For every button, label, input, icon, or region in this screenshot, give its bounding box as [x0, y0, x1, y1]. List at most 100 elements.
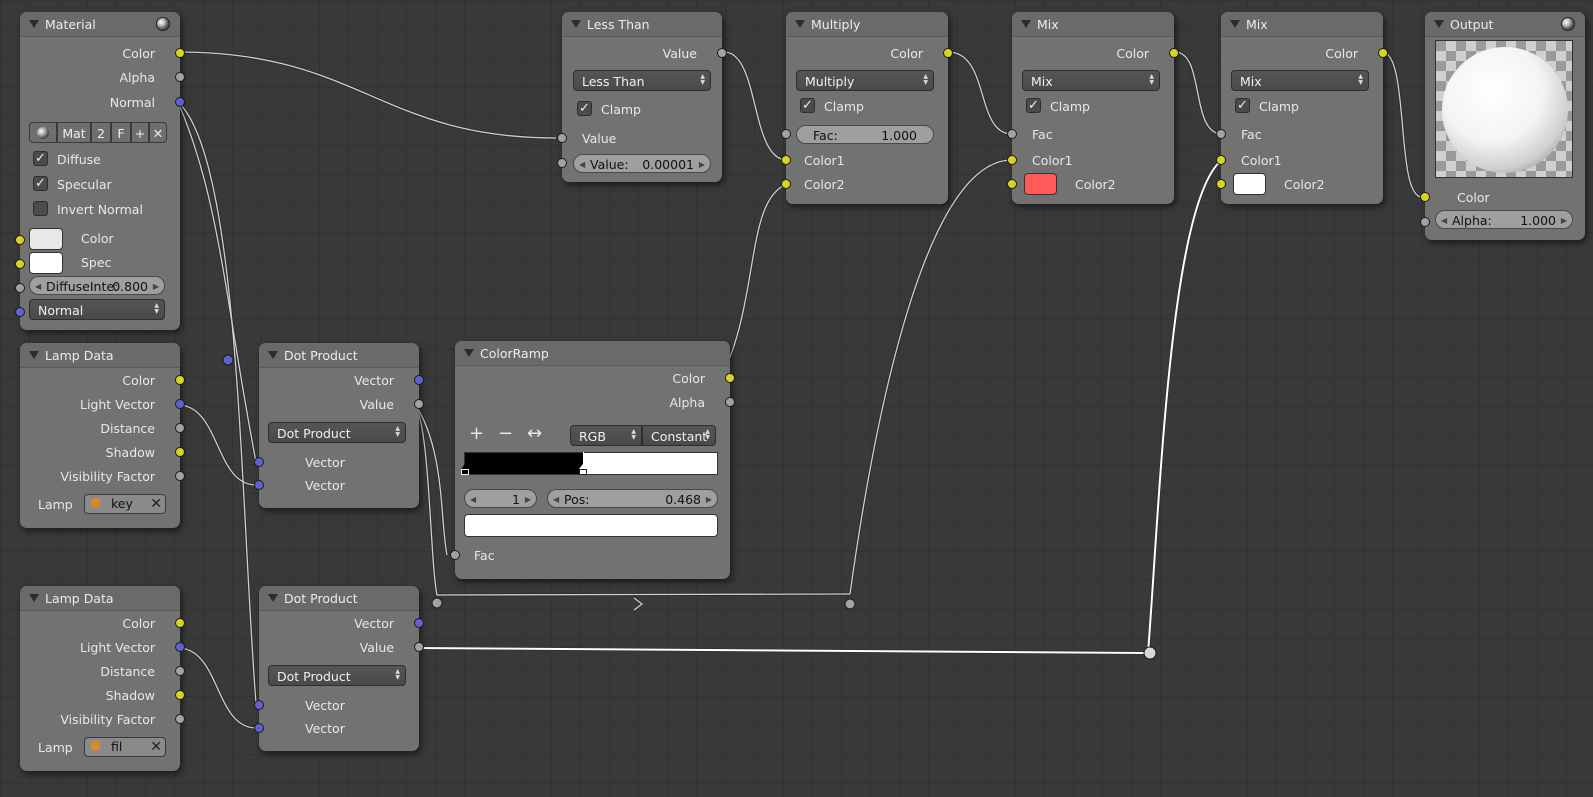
- mix-node-1[interactable]: Mix Color Mix ✓ Clamp Fac Color1 Color2: [1007, 12, 1179, 204]
- fake-user-button[interactable]: F: [111, 122, 131, 143]
- socket-input-color1[interactable]: [781, 155, 791, 165]
- socket-input-fac[interactable]: [781, 129, 791, 139]
- normal-dropdown[interactable]: Normal: [29, 299, 165, 320]
- socket-output-normal[interactable]: [175, 97, 185, 107]
- mix-node-header[interactable]: Mix: [1221, 12, 1383, 37]
- material-preview-icon[interactable]: [1561, 17, 1575, 31]
- socket-output-color[interactable]: [175, 375, 185, 385]
- socket-input-fac[interactable]: [450, 550, 460, 560]
- colorramp-node-header[interactable]: ColorRamp: [455, 341, 730, 366]
- socket-output-shadow[interactable]: [175, 690, 185, 700]
- increment-arrow-icon[interactable]: ▶: [525, 490, 531, 509]
- collapse-icon[interactable]: [29, 351, 39, 359]
- material-node[interactable]: Material Color Alpha Normal Mat 2 F + ✕ …: [15, 12, 185, 330]
- collapse-icon[interactable]: [29, 20, 39, 28]
- socket-input-value-1[interactable]: [557, 133, 567, 143]
- dot-product-node-2[interactable]: Dot Product Vector Value Dot Product Vec…: [254, 586, 424, 751]
- output-node-header[interactable]: Output: [1425, 12, 1585, 37]
- dot-product-operation-dropdown[interactable]: Dot Product: [268, 422, 406, 443]
- color-mode-dropdown[interactable]: RGB: [570, 425, 642, 446]
- socket-output-visibility-factor[interactable]: [175, 714, 185, 724]
- color-stop-marker-0[interactable]: [461, 464, 470, 476]
- socket-input-spec[interactable]: [15, 259, 25, 269]
- socket-input-vector-2[interactable]: [254, 723, 264, 733]
- socket-output-vector[interactable]: [414, 618, 424, 628]
- socket-output-alpha[interactable]: [725, 397, 735, 407]
- lamp-data-node-fil[interactable]: Lamp Data Color Light Vector Distance Sh…: [20, 586, 185, 771]
- socket-output-color[interactable]: [175, 48, 185, 58]
- socket-output-distance[interactable]: [175, 666, 185, 676]
- color-swatch[interactable]: [29, 228, 63, 250]
- material-preview-icon[interactable]: [156, 17, 170, 31]
- collapse-icon[interactable]: [29, 594, 39, 602]
- clear-lamp-icon[interactable]: ✕: [150, 738, 162, 756]
- collapse-icon[interactable]: [1230, 20, 1240, 28]
- socket-output-light-vector[interactable]: [175, 399, 185, 409]
- spec-swatch[interactable]: [29, 252, 63, 274]
- socket-input-color[interactable]: [1420, 192, 1430, 202]
- decrement-arrow-icon[interactable]: ◀: [1441, 211, 1447, 230]
- math-operation-dropdown[interactable]: Less Than: [573, 70, 711, 91]
- material-browse-button[interactable]: [29, 122, 57, 143]
- increment-arrow-icon[interactable]: ▶: [706, 490, 712, 509]
- decrement-arrow-icon[interactable]: ◀: [35, 277, 41, 296]
- invert-normal-checkbox[interactable]: [33, 201, 48, 216]
- clamp-checkbox[interactable]: ✓: [800, 98, 815, 113]
- material-name-field[interactable]: Mat: [57, 122, 91, 143]
- fac-field[interactable]: Fac: 1.000: [796, 125, 934, 144]
- collapse-icon[interactable]: [268, 594, 278, 602]
- add-stop-icon[interactable]: +: [469, 424, 484, 444]
- increment-arrow-icon[interactable]: ▶: [153, 277, 159, 296]
- color-stop-marker-1[interactable]: [579, 464, 588, 476]
- output-node[interactable]: Output Color ◀ Alpha: 1.000 ▶: [1420, 12, 1585, 240]
- collapse-icon[interactable]: [795, 20, 805, 28]
- collapse-icon[interactable]: [464, 349, 474, 357]
- socket-input-vector-1[interactable]: [254, 700, 264, 710]
- stop-color-swatch[interactable]: [464, 514, 718, 537]
- unlink-material-button[interactable]: ✕: [149, 122, 167, 143]
- blend-mode-dropdown[interactable]: Mix: [1231, 70, 1369, 91]
- socket-output-light-vector[interactable]: [175, 642, 185, 652]
- collapse-icon[interactable]: [1021, 20, 1031, 28]
- socket-output-value[interactable]: [717, 48, 727, 58]
- decrement-arrow-icon[interactable]: ◀: [470, 490, 476, 509]
- socket-output-shadow[interactable]: [175, 447, 185, 457]
- socket-output-vector[interactable]: [414, 375, 424, 385]
- dot-product-node-header[interactable]: Dot Product: [259, 586, 419, 611]
- dot-product-node-header[interactable]: Dot Product: [259, 343, 419, 368]
- multiply-node[interactable]: Multiply Color Multiply ✓ Clamp Fac: 1.0…: [781, 12, 953, 204]
- lamp-data-node-header[interactable]: Lamp Data: [20, 586, 180, 611]
- socket-output-color[interactable]: [175, 618, 185, 628]
- socket-output-color[interactable]: [943, 48, 953, 58]
- socket-output-alpha[interactable]: [175, 72, 185, 82]
- socket-input-vector-1[interactable]: [254, 457, 264, 467]
- colorramp-node[interactable]: ColorRamp Color Alpha + − ↔ RGB Constant…: [450, 341, 735, 579]
- mix-node-2[interactable]: Mix Color Mix ✓ Clamp Fac Color1 Color2: [1216, 12, 1388, 204]
- active-stop-index-field[interactable]: ◀ 1 ▶: [464, 489, 537, 508]
- diffuse-checkbox[interactable]: ✓: [33, 151, 48, 166]
- alpha-field[interactable]: ◀ Alpha: 1.000 ▶: [1435, 210, 1573, 229]
- clamp-checkbox[interactable]: ✓: [1026, 98, 1041, 113]
- increment-arrow-icon[interactable]: ▶: [1561, 211, 1567, 230]
- interpolation-dropdown[interactable]: Constant: [642, 425, 716, 446]
- socket-output-visibility-factor[interactable]: [175, 471, 185, 481]
- flip-ramp-icon[interactable]: ↔: [527, 424, 542, 444]
- socket-output-distance[interactable]: [175, 423, 185, 433]
- increment-arrow-icon[interactable]: ▶: [699, 155, 705, 174]
- diffuse-intensity-field[interactable]: ◀ DiffuseInte: 0.800 ▶: [29, 276, 165, 295]
- socket-output-value[interactable]: [414, 399, 424, 409]
- color2-swatch[interactable]: [1233, 173, 1266, 195]
- remove-stop-icon[interactable]: −: [498, 424, 513, 444]
- socket-input-color2[interactable]: [1007, 179, 1017, 189]
- socket-input-color1[interactable]: [1007, 155, 1017, 165]
- socket-input-fac[interactable]: [1216, 129, 1226, 139]
- socket-input-fac[interactable]: [1007, 129, 1017, 139]
- socket-input-vector-2[interactable]: [254, 480, 264, 490]
- lamp-object-field[interactable]: ⬢ fil ✕: [84, 737, 166, 757]
- socket-input-color1[interactable]: [1216, 155, 1226, 165]
- blend-mode-dropdown[interactable]: Multiply: [796, 70, 934, 91]
- collapse-icon[interactable]: [571, 20, 581, 28]
- lamp-object-field[interactable]: ⬢ key ✕: [84, 494, 166, 514]
- socket-output-color[interactable]: [1378, 48, 1388, 58]
- socket-output-value[interactable]: [414, 642, 424, 652]
